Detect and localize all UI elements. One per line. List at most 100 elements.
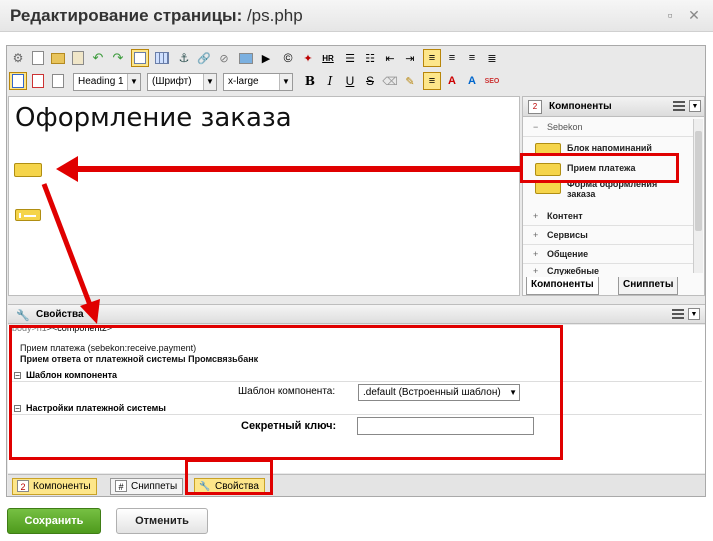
underline-button[interactable]: U bbox=[341, 72, 359, 90]
breadcrumb-body[interactable]: body> bbox=[12, 325, 37, 333]
page-heading[interactable]: Оформление заказа bbox=[15, 103, 292, 133]
code-mode-icon[interactable] bbox=[29, 72, 47, 90]
scrollbar-thumb[interactable] bbox=[695, 131, 702, 231]
chevron-down-icon: ▼ bbox=[509, 388, 517, 397]
chevron-down-icon: ▼ bbox=[203, 74, 216, 90]
new-page-icon[interactable] bbox=[29, 49, 47, 67]
tree-group-services[interactable]: + Сервисы bbox=[523, 227, 695, 245]
align-center-icon[interactable]: ≡ bbox=[443, 49, 461, 67]
component-item-reminders[interactable]: Блок напоминаний bbox=[535, 141, 695, 159]
bold-button[interactable]: B bbox=[301, 72, 319, 90]
menu-icon[interactable] bbox=[672, 309, 684, 319]
insert-media-icon[interactable]: ▶ bbox=[257, 49, 275, 67]
plus-icon: + bbox=[533, 230, 539, 240]
link-icon[interactable]: 🔗 bbox=[195, 49, 213, 67]
insert-image-icon[interactable] bbox=[237, 49, 255, 67]
indent-icon[interactable]: ⇥ bbox=[401, 49, 419, 67]
minus-icon: − bbox=[14, 371, 21, 380]
breadcrumb-component[interactable]: ><component2> bbox=[47, 325, 112, 333]
bottom-tabs: 2 Компоненты # Сниппеты 🔧 Свойства bbox=[8, 474, 705, 496]
component-icon bbox=[535, 181, 561, 194]
bottom-tab-label: Компоненты bbox=[33, 481, 91, 492]
block-format-select[interactable]: Heading 1 ▼ bbox=[73, 73, 141, 91]
save-button[interactable]: Сохранить bbox=[7, 508, 101, 534]
show-borders-icon[interactable] bbox=[131, 49, 149, 67]
tree-group-system[interactable]: + Служебные bbox=[523, 263, 695, 275]
components-scrollbar[interactable] bbox=[693, 119, 703, 273]
anchor-icon[interactable]: ⚓ bbox=[175, 49, 193, 67]
tree-group-label: Служебные bbox=[547, 266, 600, 275]
component-item-label: Форма оформления заказа bbox=[567, 179, 658, 199]
strike-button[interactable]: S bbox=[361, 72, 379, 90]
chevron-down-icon[interactable]: ▼ bbox=[688, 308, 700, 320]
bottom-tab-snippets[interactable]: # Сниппеты bbox=[110, 478, 184, 495]
bullet-list-icon[interactable]: ☷ bbox=[361, 49, 379, 67]
save-file-icon[interactable] bbox=[49, 49, 67, 67]
tree-group-root[interactable]: − Sebekon bbox=[523, 119, 695, 137]
font-size-value: x-large bbox=[228, 76, 259, 87]
wrench-icon: 🔧 bbox=[199, 481, 211, 491]
component-placeholder-payment[interactable] bbox=[14, 163, 42, 177]
insert-table-icon[interactable] bbox=[153, 49, 171, 67]
hr-icon[interactable]: HR bbox=[319, 49, 337, 67]
text-color-icon[interactable]: A bbox=[443, 72, 461, 90]
align-left-icon[interactable]: ≡ bbox=[423, 49, 441, 67]
content-editor[interactable]: Оформление заказа bbox=[8, 96, 520, 296]
unlink-icon[interactable]: ⊘ bbox=[215, 49, 233, 67]
eraser-icon[interactable]: ⌫ bbox=[381, 72, 399, 90]
toolbar-row-2: Heading 1 ▼ (Шрифт) ▼ x-large ▼ B I U S … bbox=[9, 72, 699, 94]
plus-icon: + bbox=[533, 249, 539, 259]
bg-color-icon[interactable]: A bbox=[463, 72, 481, 90]
secret-key-input[interactable] bbox=[357, 417, 534, 435]
component-name: Прием платежа (sebekon:receive.payment) bbox=[20, 343, 197, 353]
component-description: Прием ответа от платежной системы Промсв… bbox=[20, 354, 259, 364]
numbered-list-icon[interactable]: ☰ bbox=[341, 49, 359, 67]
component-item-payment[interactable]: Прием платежа bbox=[535, 161, 695, 179]
components-icon: 2 bbox=[528, 100, 542, 114]
minus-icon: − bbox=[533, 122, 539, 132]
component-icon bbox=[535, 143, 561, 156]
bottom-tab-components[interactable]: 2 Компоненты bbox=[12, 478, 97, 495]
section-payment[interactable]: − Настройки платежной системы bbox=[12, 402, 702, 415]
components-panel: 2 Компоненты ▼ − Sebekon Блок напоминани… bbox=[522, 96, 705, 296]
template-select[interactable]: .default (Встроенный шаблон) ▼ bbox=[358, 384, 520, 401]
brush-icon[interactable]: ✎ bbox=[401, 72, 419, 90]
insert-flash-icon[interactable]: ✦ bbox=[299, 49, 317, 67]
tree-group-label: Общение bbox=[547, 249, 589, 259]
minus-icon: − bbox=[14, 404, 21, 413]
bottom-tab-properties[interactable]: 🔧 Свойства bbox=[194, 478, 265, 495]
italic-button[interactable]: I bbox=[321, 72, 339, 90]
component-placeholder-order[interactable] bbox=[15, 209, 41, 221]
align-right-icon[interactable]: ≡ bbox=[463, 49, 481, 67]
font-size-select[interactable]: x-large ▼ bbox=[223, 73, 293, 91]
paste-icon[interactable] bbox=[69, 49, 87, 67]
undo-icon[interactable]: ↶ bbox=[89, 49, 107, 67]
tab-snippets[interactable]: Сниппеты bbox=[618, 277, 679, 295]
chevron-down-icon: ▼ bbox=[279, 74, 292, 90]
section-template[interactable]: − Шаблон компонента bbox=[12, 369, 702, 382]
html-editor: ⚙ ↶ ↷ ⚓ 🔗 ⊘ ▶ © ✦ HR ☰ ☷ ⇤ ⇥ ≡ ≡ ≡ ≣ Hea… bbox=[6, 45, 706, 497]
component-item-order-form[interactable]: Форма оформления заказа bbox=[535, 179, 695, 201]
format-left-icon[interactable]: ≡ bbox=[423, 72, 441, 90]
cancel-button[interactable]: Отменить bbox=[116, 508, 208, 534]
seo-icon[interactable]: SEO bbox=[483, 72, 501, 90]
settings-icon[interactable]: ⚙ bbox=[9, 49, 27, 67]
breadcrumb-h1[interactable]: h1 bbox=[37, 325, 47, 333]
tree-group-content[interactable]: + Контент bbox=[523, 208, 695, 226]
close-icon[interactable]: ✕ bbox=[686, 7, 702, 23]
font-family-select[interactable]: (Шрифт) ▼ bbox=[147, 73, 217, 91]
tree-group-communication[interactable]: + Общение bbox=[523, 246, 695, 264]
template-select-value: .default (Встроенный шаблон) bbox=[363, 387, 501, 398]
wysiwyg-mode-icon[interactable] bbox=[9, 72, 27, 90]
tab-components[interactable]: Компоненты bbox=[526, 277, 599, 295]
chevron-down-icon[interactable]: ▼ bbox=[689, 100, 701, 112]
special-char-icon[interactable]: © bbox=[279, 49, 297, 67]
secret-key-label: Секретный ключ: bbox=[241, 420, 337, 432]
menu-icon[interactable] bbox=[673, 101, 685, 111]
outdent-icon[interactable]: ⇤ bbox=[381, 49, 399, 67]
split-mode-icon[interactable] bbox=[49, 72, 67, 90]
redo-icon[interactable]: ↷ bbox=[109, 49, 127, 67]
wrench-icon: 🔧 bbox=[16, 310, 30, 322]
align-justify-icon[interactable]: ≣ bbox=[483, 49, 501, 67]
minimize-icon[interactable]: ▫ bbox=[662, 7, 678, 23]
